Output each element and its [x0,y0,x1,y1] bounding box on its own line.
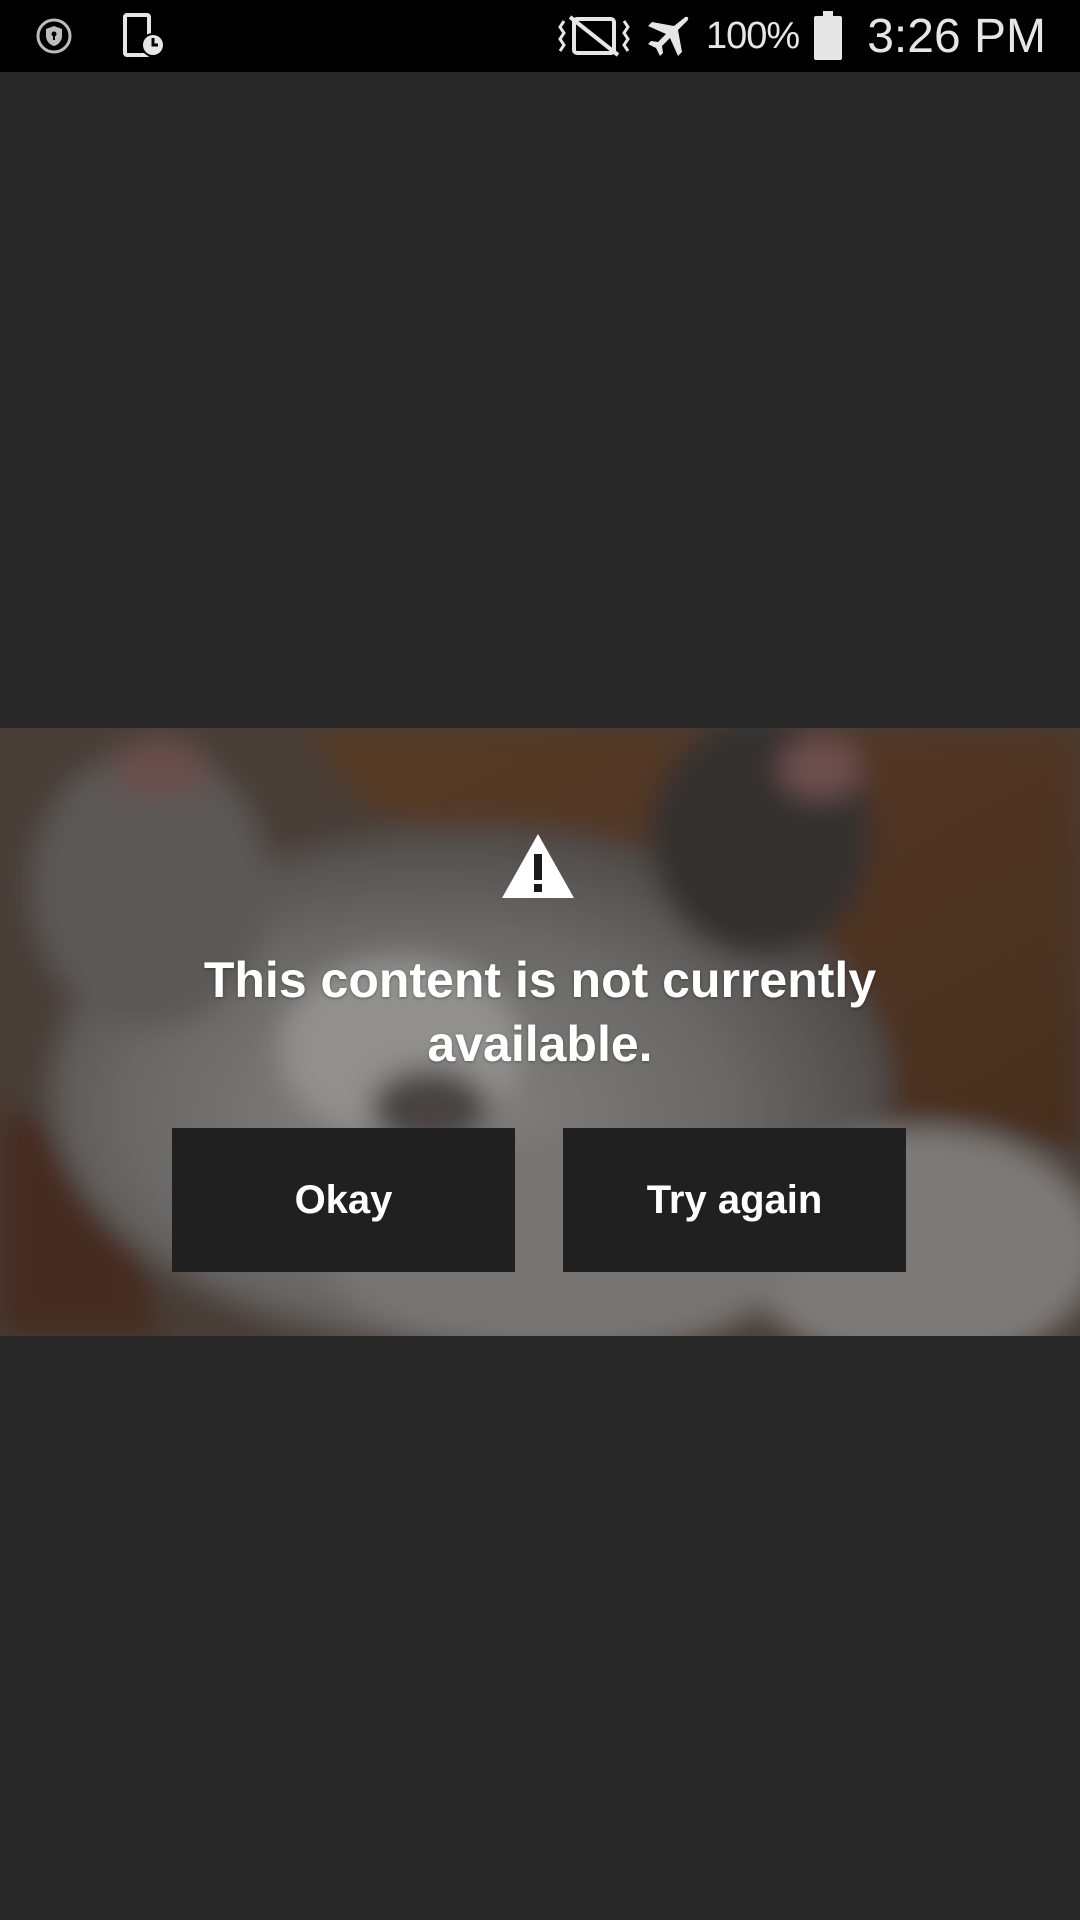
okay-button[interactable]: Okay [172,1128,515,1272]
battery-icon [814,11,843,60]
shield-notification-icon [36,18,72,54]
video-player[interactable]: This content is not currently available.… [0,728,1080,1336]
main-area: This content is not currently available.… [0,72,1080,1920]
airplane-mode-icon [648,16,689,56]
status-bar: 100% 3:26 PM [0,0,1080,72]
error-message: This content is not currently available. [203,952,877,1072]
battery-percent-text: 100% [706,14,800,57]
clock: 3:26 PM [867,9,1046,63]
screen-timeout-icon [123,13,165,57]
warning-triangle-icon [502,834,574,898]
vibrate-off-icon [558,15,630,57]
status-right-icons: 100% 3:26 PM [558,0,1046,72]
status-left-icons [36,0,166,72]
try-again-button[interactable]: Try again [563,1128,906,1272]
